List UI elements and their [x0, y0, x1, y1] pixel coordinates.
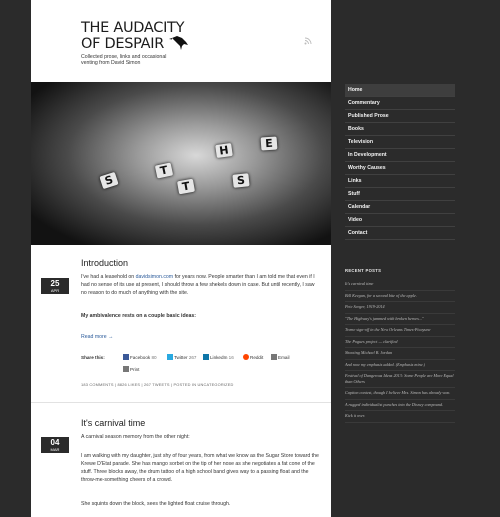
post-date-month: MAR	[50, 447, 60, 452]
post-date-month: APR	[50, 288, 60, 293]
nav-item-video[interactable]: Video	[345, 214, 455, 227]
post-date-day: 25	[50, 279, 60, 288]
recent-post-link[interactable]: A rugged individualist punches into the …	[345, 400, 455, 411]
typewriter-key: S	[232, 173, 250, 188]
nav-item-home[interactable]: Home	[345, 84, 455, 97]
share-label: Reddit	[250, 355, 264, 360]
recent-post-link[interactable]: Treme sign-off in the New Orleans Times-…	[345, 325, 455, 337]
sidebar-nav: Home Commentary Published Prose Books Te…	[345, 84, 455, 240]
share-label: Share this:	[81, 355, 105, 360]
recent-post-link[interactable]: The Pogues project — clarified	[345, 337, 455, 348]
nav-item-books[interactable]: Books	[345, 123, 455, 136]
print-icon	[123, 366, 129, 372]
recent-post-link[interactable]: Caption contest, though I believe Mrs. S…	[345, 388, 455, 400]
nav-item-commentary[interactable]: Commentary	[345, 97, 455, 110]
nav-item-contact[interactable]: Contact	[345, 227, 455, 240]
twitter-icon	[167, 354, 173, 360]
linkedin-icon	[203, 354, 209, 360]
recent-posts-heading: RECENT POSTS	[345, 268, 382, 273]
recent-posts-list: It's carnival time Bill Keegan, for a se…	[345, 279, 455, 423]
post-excerpt: I've had a leasehold on davidsimon.com f…	[81, 273, 321, 297]
site-link[interactable]: davidsimon.com	[136, 274, 173, 280]
typewriter-key: T	[154, 162, 174, 179]
typewriter-key: E	[260, 136, 278, 151]
nav-item-published-prose[interactable]: Published Prose	[345, 110, 455, 123]
nav-item-worthy-causes[interactable]: Worthy Causes	[345, 162, 455, 175]
recent-post-link[interactable]: Pete Seeger, 1919-2014	[345, 302, 455, 314]
recent-post-link[interactable]: Bill Keegan, for a second bite of the ap…	[345, 291, 455, 302]
post-separator	[31, 402, 331, 403]
typewriter-key: T	[176, 178, 196, 195]
recent-post-link[interactable]: Shooting Michael B. Jordan	[345, 348, 455, 360]
typewriter-key: H	[215, 142, 233, 159]
post-title[interactable]: Introduction	[81, 258, 128, 268]
post-date-day: 04	[50, 438, 60, 447]
post-meta[interactable]: 183 COMMENTS | 8826 LIKES | 267 TWEETS |…	[81, 382, 234, 387]
nav-item-in-development[interactable]: In Development	[345, 149, 455, 162]
rss-icon[interactable]	[304, 37, 312, 45]
share-linkedin-button[interactable]: LinkedIn 16	[203, 354, 234, 360]
share-email-button[interactable]: Email	[271, 354, 290, 360]
share-count: 267	[188, 355, 197, 360]
read-more-link[interactable]: Read more →	[81, 334, 113, 340]
share-count: 16	[228, 355, 234, 360]
post-date-badge: 25 APR	[41, 278, 69, 294]
hero-typewriter-image: S T T H S E	[31, 82, 331, 245]
site-tagline: Collected prose, links and occasional ve…	[81, 54, 167, 66]
email-icon	[271, 354, 277, 360]
post-paragraph: She squints down the block, sees the lig…	[81, 501, 231, 507]
facebook-icon	[123, 354, 129, 360]
share-label: LinkedIn	[210, 355, 228, 360]
main-column: THE AUDACITY OF DESPAIR Collected prose,…	[31, 0, 331, 517]
share-print-button[interactable]: Print	[123, 366, 139, 372]
share-label: Email	[278, 355, 290, 360]
recent-post-link[interactable]: And now my emphasis added. (Emphasis min…	[345, 360, 455, 371]
recent-post-link[interactable]: "The Highway's jammed with broken heroes…	[345, 314, 455, 325]
read-more-wrap: Read more →	[81, 333, 321, 341]
nav-item-calendar[interactable]: Calendar	[345, 201, 455, 214]
nav-item-television[interactable]: Television	[345, 136, 455, 149]
site-header: THE AUDACITY OF DESPAIR Collected prose,…	[31, 0, 331, 80]
share-reddit-button[interactable]: Reddit	[243, 354, 263, 360]
post-date-badge: 04 MAR	[41, 437, 69, 453]
post-paragraph: A carnival season memory from the other …	[81, 434, 190, 440]
nav-item-links[interactable]: Links	[345, 175, 455, 188]
recent-post-link[interactable]: Kick it over.	[345, 411, 455, 423]
crow-icon	[169, 36, 188, 50]
post-paragraph: I am walking with my daughter, just shy …	[81, 453, 319, 483]
typewriter-key: S	[99, 171, 119, 190]
share-twitter-button[interactable]: Twitter 267	[167, 354, 196, 360]
recent-post-link[interactable]: It's carnival time	[345, 279, 455, 291]
share-label: Facebook	[130, 355, 151, 360]
reddit-icon	[243, 354, 249, 360]
post-bold-line: My ambivalence rests on a couple basic i…	[81, 313, 197, 319]
post-text-fragment: I've had a leasehold on	[81, 274, 136, 280]
post-title[interactable]: It's carnival time	[81, 418, 145, 428]
nav-item-stuff[interactable]: Stuff	[345, 188, 455, 201]
share-facebook-button[interactable]: Facebook 80	[123, 354, 157, 360]
share-count: 80	[151, 355, 157, 360]
recent-post-link[interactable]: Festival of Dangerous Ideas 2013: Some P…	[345, 371, 455, 388]
share-label: Twitter	[174, 355, 188, 360]
share-label: Print	[130, 367, 140, 372]
